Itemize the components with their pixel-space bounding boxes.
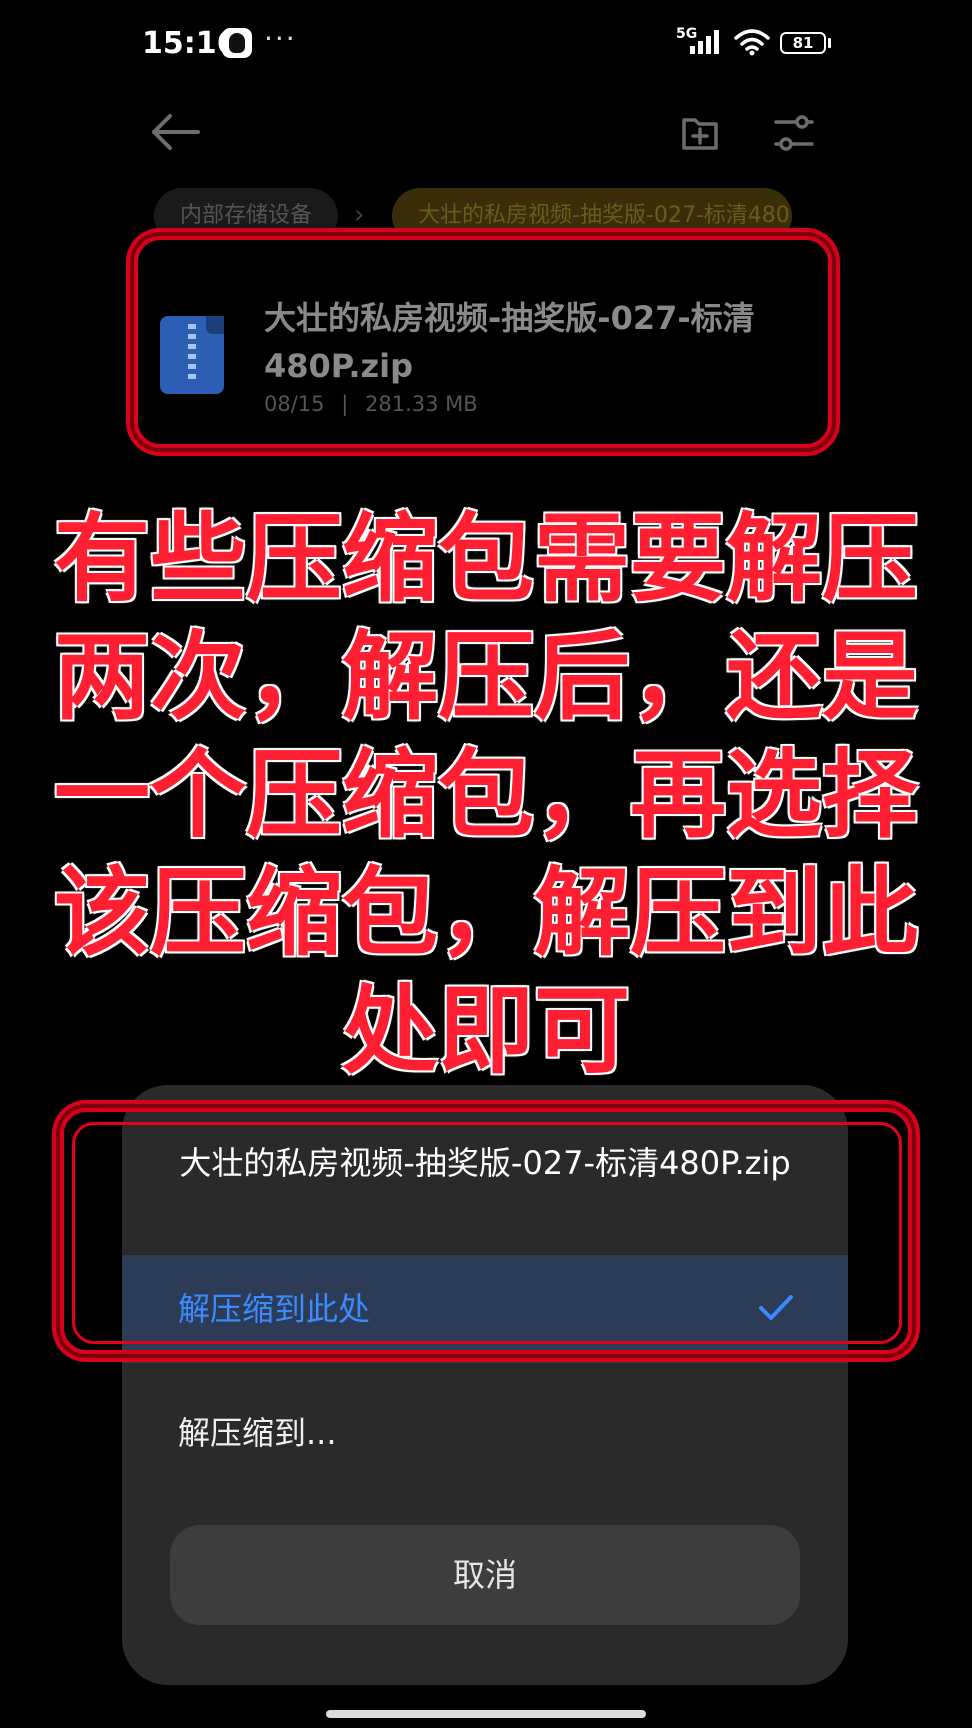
- home-indicator[interactable]: [326, 1710, 646, 1718]
- extract-to-option[interactable]: 解压缩到...: [178, 1403, 337, 1463]
- filter-settings-icon[interactable]: [772, 112, 816, 154]
- battery-level: 81: [792, 34, 814, 52]
- wifi-icon: [734, 29, 770, 56]
- highlight-box-option-inner: [72, 1122, 902, 1344]
- status-bar: 15:16 ··· 5G 81: [0, 0, 972, 90]
- battery-icon: 81: [780, 32, 826, 54]
- new-folder-icon[interactable]: [680, 112, 720, 152]
- qq-notification-icon: [222, 28, 252, 58]
- breadcrumb-separator-icon: ›: [354, 200, 365, 230]
- highlight-box-file: [134, 236, 832, 448]
- battery-tip: [828, 38, 831, 48]
- cancel-button[interactable]: 取消: [170, 1525, 800, 1625]
- more-notifications-icon: ···: [264, 22, 297, 55]
- back-arrow-icon[interactable]: [148, 110, 202, 154]
- signal-icon: [690, 30, 724, 54]
- annotation-text: 有些压缩包需要解压两次，解压后，还是一个压缩包，再选择该压缩包，解压到此处即可: [54, 503, 918, 1087]
